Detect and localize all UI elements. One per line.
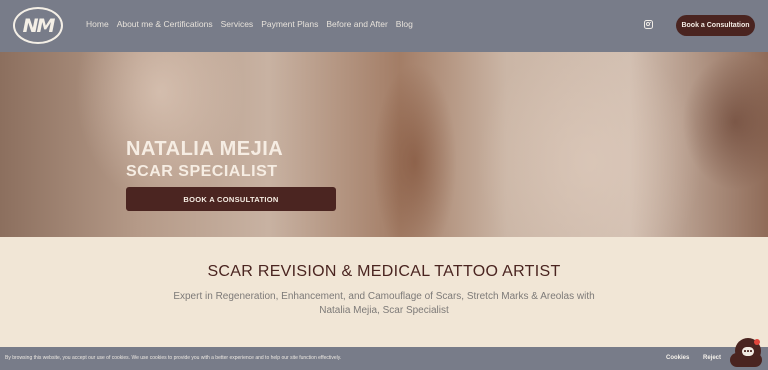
cookie-bar: By browsing this website, you accept our… — [0, 347, 768, 370]
reject-button[interactable]: Reject — [703, 355, 721, 361]
logo-text: NM — [22, 14, 56, 37]
chat-bubble-icon — [742, 346, 754, 356]
intro-section: SCAR REVISION & MEDICAL TATTOO ARTIST Ex… — [0, 237, 768, 347]
notification-dot — [754, 339, 760, 345]
main-nav: Home About me & Certifications Services … — [86, 19, 413, 29]
logo[interactable]: NM — [13, 7, 63, 44]
book-consultation-button[interactable]: Book a Consultation — [676, 15, 755, 36]
nav-item-payment-plans[interactable]: Payment Plans — [261, 19, 318, 29]
cookie-notice-text: By browsing this website, you accept our… — [5, 355, 342, 361]
instagram-icon[interactable] — [644, 20, 653, 29]
hero-subtitle: SCAR SPECIALIST — [126, 163, 278, 180]
cookies-button[interactable]: Cookies — [666, 355, 689, 361]
nav-item-blog[interactable]: Blog — [396, 19, 413, 29]
hero-book-consultation-button[interactable]: BOOK A CONSULTATION — [126, 187, 336, 211]
hero-banner: NATALIA MEJIA SCAR SPECIALIST BOOK A CON… — [0, 52, 768, 237]
section-title: SCAR REVISION & MEDICAL TATTOO ARTIST — [207, 263, 561, 280]
site-header: NM Home About me & Certifications Servic… — [0, 0, 768, 52]
nav-item-services[interactable]: Services — [221, 19, 254, 29]
chat-icon[interactable] — [735, 338, 761, 364]
section-description: Expert in Regeneration, Enhancement, and… — [173, 291, 595, 316]
nav-item-before-after[interactable]: Before and After — [326, 19, 387, 29]
hero-title: NATALIA MEJIA — [126, 138, 284, 160]
nav-item-home[interactable]: Home — [86, 19, 109, 29]
nav-item-about[interactable]: About me & Certifications — [117, 19, 213, 29]
